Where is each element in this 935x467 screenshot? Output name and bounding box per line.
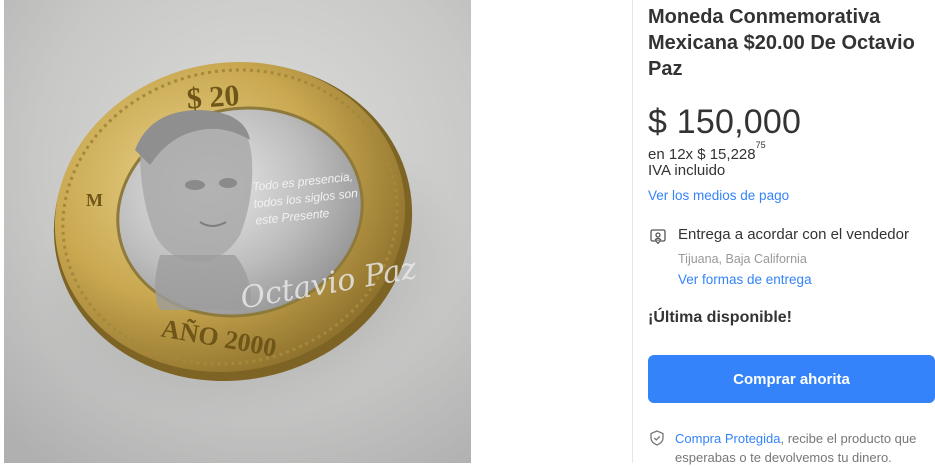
payment-methods-link[interactable]: Ver los medios de pago <box>648 188 789 203</box>
installments-cents: 75 <box>755 140 766 150</box>
panel-divider <box>632 0 633 463</box>
coin-denomination: $ 20 <box>186 79 241 116</box>
installments-amount: en 12x $ 15,228 <box>648 146 756 163</box>
installments: en 12x $ 15,22875 <box>648 140 766 163</box>
price-amount: $ 150,000 <box>648 103 802 141</box>
protected-purchase-link[interactable]: Compra Protegida <box>675 431 781 446</box>
protection-text: Compra Protegida, recibe el producto que… <box>675 429 935 467</box>
delivery-location: Tijuana, Baja California <box>678 252 807 266</box>
buy-now-button[interactable]: Comprar ahorita <box>648 355 935 403</box>
delivery-text: Entrega a acordar con el vendedor <box>678 226 909 243</box>
shield-check-icon <box>650 430 664 446</box>
map-pin-card-icon <box>650 229 666 244</box>
delivery-options-link[interactable]: Ver formas de entrega <box>678 272 812 287</box>
product-image[interactable]: $ 20 AÑO 2000 M Todo es presencia, todos… <box>0 0 471 463</box>
tax-note: IVA incluido <box>648 162 726 179</box>
product-title: Moneda Conmemorativa Mexicana $20.00 De … <box>648 6 915 80</box>
stock-status: ¡Última disponible! <box>648 309 792 326</box>
coin-mint-mark: M <box>86 190 103 210</box>
product-info-panel: Moneda Conmemorativa Mexicana $20.00 De … <box>648 0 935 465</box>
